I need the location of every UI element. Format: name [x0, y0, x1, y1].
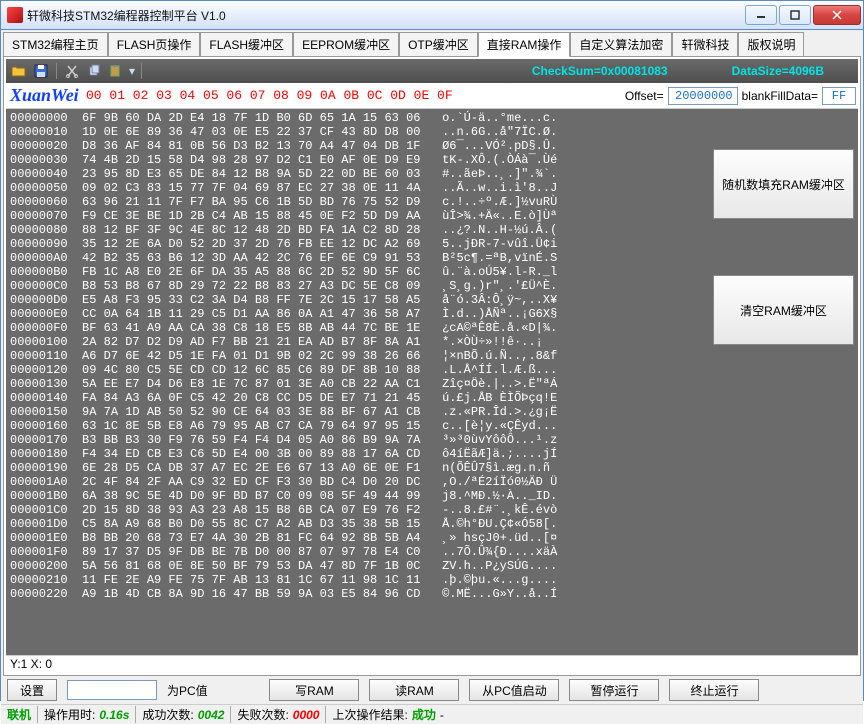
- tab-3[interactable]: EEPROM缓冲区: [293, 32, 399, 56]
- last-label: 上次操作结果:: [325, 706, 407, 723]
- status-bar: 联机 操作用时: 0.16s 成功次数: 0042 失败次数: 0000 上次操…: [1, 704, 863, 724]
- fill-ram-button[interactable]: 随机数填充RAM缓冲区: [713, 149, 854, 219]
- cursor-pos: Y:1 X: 0: [6, 655, 858, 673]
- hex-header: XuanWei 00 01 02 03 04 05 06 07 08 09 0A…: [6, 83, 858, 109]
- pc-input[interactable]: [67, 680, 157, 700]
- offset-input[interactable]: [668, 87, 738, 105]
- ok-value: 0042: [198, 708, 225, 722]
- open-icon[interactable]: [10, 62, 28, 80]
- toolbar: ▾ CheckSum=0x00081083 DataSize=4096B: [6, 59, 858, 83]
- last-value: 成功: [412, 706, 436, 723]
- tab-6[interactable]: 自定义算法加密: [570, 32, 672, 56]
- brand-label: XuanWei: [8, 85, 86, 106]
- window-title: 轩微科技STM32编程器控制平台 V1.0: [27, 7, 743, 24]
- side-panel: 随机数填充RAM缓冲区 清空RAM缓冲区: [709, 109, 858, 655]
- pause-button[interactable]: 暂停运行: [569, 679, 659, 701]
- tabs: STM32编程主页FLASH页操作FLASH缓冲区EEPROM缓冲区OTP缓冲区…: [1, 30, 863, 56]
- save-icon[interactable]: [32, 62, 50, 80]
- pc-label: 为PC值: [167, 682, 208, 699]
- tab-panel: ▾ CheckSum=0x00081083 DataSize=4096B Xua…: [3, 56, 861, 676]
- hex-view[interactable]: 00000000 6F 9B 60 DA 2D E4 18 7F 1D B0 6…: [6, 109, 709, 655]
- blankfill-input[interactable]: [822, 87, 856, 105]
- set-button[interactable]: 设置: [7, 679, 57, 701]
- offset-label: Offset=: [625, 89, 664, 103]
- tab-4[interactable]: OTP缓冲区: [399, 32, 478, 56]
- clear-ram-button[interactable]: 清空RAM缓冲区: [713, 275, 854, 345]
- checksum-label: CheckSum=0x00081083: [532, 64, 668, 78]
- blankfill-label: blankFillData=: [742, 89, 818, 103]
- run-pc-button[interactable]: 从PC值启动: [469, 679, 559, 701]
- stop-button[interactable]: 终止运行: [669, 679, 759, 701]
- tab-2[interactable]: FLASH缓冲区: [200, 32, 293, 56]
- copy-icon[interactable]: [85, 62, 103, 80]
- titlebar: 轩微科技STM32编程器控制平台 V1.0: [0, 0, 864, 30]
- tab-1[interactable]: FLASH页操作: [108, 32, 201, 56]
- close-button[interactable]: [813, 5, 861, 25]
- minimize-button[interactable]: [745, 5, 777, 25]
- read-ram-button[interactable]: 读RAM: [369, 679, 459, 701]
- write-ram-button[interactable]: 写RAM: [269, 679, 359, 701]
- tab-7[interactable]: 轩微科技: [672, 32, 738, 56]
- fail-value: 0000: [293, 708, 320, 722]
- maximize-button[interactable]: [779, 5, 811, 25]
- conn-status: 联机: [7, 706, 31, 723]
- tab-5[interactable]: 直接RAM操作: [478, 32, 571, 57]
- action-bar: 设置 为PC值 写RAM 读RAM 从PC值启动 暂停运行 终止运行: [1, 676, 863, 704]
- last-dash: -: [440, 708, 444, 722]
- cut-icon[interactable]: [63, 62, 81, 80]
- app-icon: [7, 7, 23, 23]
- optime-value: 0.16s: [99, 708, 129, 722]
- optime-label: 操作用时:: [37, 706, 95, 723]
- column-offsets: 00 01 02 03 04 05 06 07 08 09 0A 0B 0C 0…: [86, 88, 453, 103]
- paste-icon[interactable]: [107, 62, 125, 80]
- tab-0[interactable]: STM32编程主页: [3, 32, 108, 56]
- ok-label: 成功次数:: [135, 706, 193, 723]
- tab-8[interactable]: 版权说明: [738, 32, 804, 56]
- fail-label: 失败次数:: [230, 706, 288, 723]
- datasize-label: DataSize=4096B: [732, 64, 824, 78]
